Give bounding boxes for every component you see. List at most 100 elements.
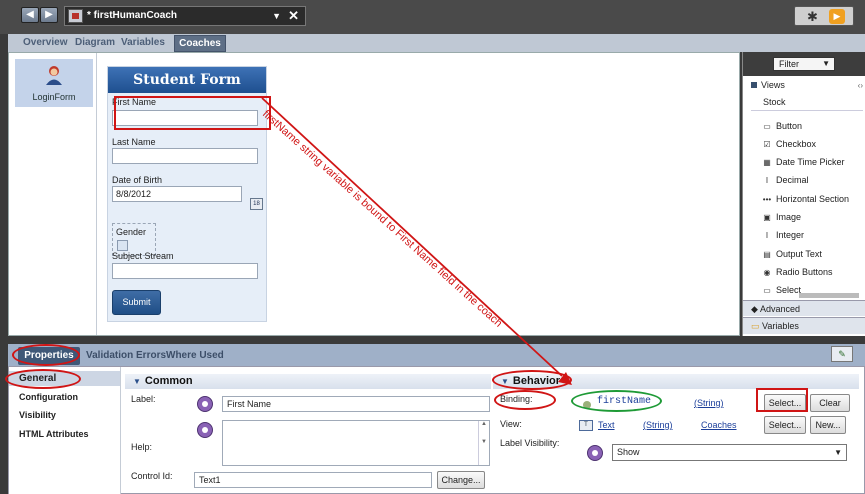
dob-label: Date of Birth	[112, 175, 163, 185]
palette-item-label: Select	[776, 285, 802, 295]
label-input[interactable]: First Name	[222, 396, 490, 412]
label-visibility-select[interactable]: Show ▼	[612, 444, 847, 461]
general-highlight	[5, 369, 81, 389]
coach-editor-canvas: LoginForm Student Form First Name Last N…	[8, 52, 740, 336]
document-icon: ▤	[763, 250, 771, 260]
help-toggle-icon[interactable]	[197, 422, 213, 438]
calendar-icon[interactable]: 18	[250, 198, 263, 210]
palette-item-label: Horizontal Section	[776, 194, 850, 204]
back-button[interactable]: ◀	[21, 7, 39, 23]
editor-title-box: * firstHumanCoach ▼ ✕	[64, 6, 306, 26]
divider	[751, 110, 863, 111]
tab-diagram[interactable]: Diagram	[75, 37, 115, 48]
palette-scrollbar[interactable]	[799, 293, 859, 298]
editor-tabs: Overview Diagram Variables Coaches	[8, 34, 865, 52]
palette-item-decimal[interactable]: I Decimal	[761, 173, 809, 188]
view-type-link[interactable]: (String)	[643, 420, 673, 430]
last-name-label: Last Name	[112, 137, 156, 147]
radio-icon: ◉	[763, 268, 771, 278]
palette-item-output-text[interactable]: ▤ Output Text	[761, 247, 822, 262]
first-name-highlight-box	[114, 96, 271, 130]
view-source-link[interactable]: Coaches	[701, 420, 737, 430]
dob-input[interactable]: 8/8/2012	[112, 186, 242, 202]
nav-configuration[interactable]: Configuration	[19, 392, 78, 402]
binding-type-link[interactable]: (String)	[694, 398, 724, 408]
folder-icon: ▭	[751, 321, 760, 331]
label-visibility-label: Label Visibility:	[500, 438, 560, 448]
view-select-button[interactable]: Select...	[764, 416, 806, 434]
view-text-link[interactable]: Text	[598, 420, 615, 430]
change-button[interactable]: Change...	[437, 471, 485, 489]
palette-item-select[interactable]: ▭ Select	[761, 283, 801, 298]
help-scrollbar[interactable]: ▲ ▼	[478, 421, 489, 465]
palette-item-button[interactable]: ▭ Button	[761, 119, 802, 134]
gender-label: Gender	[116, 227, 147, 237]
palette-item-label: Date Time Picker	[776, 157, 845, 167]
binding-value-highlight	[571, 390, 662, 412]
subject-stream-label: Subject Stream	[112, 251, 174, 261]
coach-app-icon	[68, 9, 83, 23]
edit-icon[interactable]: ✎	[831, 346, 853, 362]
palette-item-horizontal-section[interactable]: ••• Horizontal Section	[761, 192, 849, 207]
palette-item-integer[interactable]: I Integer	[761, 228, 804, 243]
binding-toggle-icon[interactable]	[197, 396, 213, 412]
variables-label: Variables	[762, 321, 799, 331]
debug-icon[interactable]: ✱	[807, 9, 818, 25]
control-id-input[interactable]: Text1	[194, 472, 432, 488]
variables-section[interactable]: ▭ Variables	[743, 317, 865, 334]
tab-coaches[interactable]: Coaches	[174, 35, 226, 52]
palette-item-radio-buttons[interactable]: ◉ Radio Buttons	[761, 265, 833, 280]
views-header[interactable]: Views ‹›	[743, 78, 865, 93]
advanced-section[interactable]: ◆ Advanced	[743, 300, 865, 316]
palette-item-image[interactable]: ▣ Image	[761, 210, 801, 225]
checkbox-icon: ☑	[763, 140, 771, 150]
behavior-highlight	[492, 370, 572, 390]
binding-clear-button[interactable]: Clear	[810, 394, 850, 412]
last-name-input[interactable]	[112, 148, 258, 164]
tab-validation-errors[interactable]: Validation Errors	[86, 350, 166, 361]
coach-item-loginform[interactable]: LoginForm	[15, 59, 93, 107]
palette-item-label: Image	[776, 212, 802, 222]
close-icon[interactable]: ✕	[288, 7, 299, 25]
form-title: Student Form	[108, 67, 266, 93]
top-toolbar: ◀ ▶ * firstHumanCoach ▼ ✕ ✱ ▶	[0, 0, 865, 34]
chevron-down-icon: ▼	[822, 59, 830, 68]
palette-item-label: Radio Buttons	[776, 267, 833, 277]
text-view-icon: T	[579, 420, 593, 431]
palette-item-label: Output Text	[776, 249, 822, 259]
coach-list-pane: LoginForm	[9, 53, 97, 335]
palette-item-label: Button	[776, 121, 803, 131]
submit-button[interactable]: Submit	[112, 290, 161, 315]
label-field-label: Label:	[131, 394, 156, 404]
filter-label: Filter	[779, 59, 799, 69]
title-dropdown-icon[interactable]: ▼	[272, 7, 281, 25]
nav-visibility[interactable]: Visibility	[19, 410, 56, 420]
collapse-icon[interactable]: ‹›	[858, 78, 863, 93]
help-textarea[interactable]: ▲ ▼	[222, 420, 490, 466]
run-icon[interactable]: ▶	[829, 9, 845, 24]
views-icon	[751, 82, 757, 88]
view-new-button[interactable]: New...	[810, 416, 846, 434]
visibility-toggle-icon[interactable]	[587, 445, 603, 461]
forward-button[interactable]: ▶	[40, 7, 58, 23]
horizontal-section-icon: •••	[762, 195, 772, 205]
palette-toolbar: Filter ▼	[743, 52, 865, 76]
common-section-header[interactable]: ▼ Common	[125, 374, 491, 389]
run-debug-buttons: ✱ ▶	[794, 6, 854, 26]
filter-dropdown[interactable]: Filter ▼	[773, 57, 835, 71]
bottom-tab-bar: Properties Validation Errors Where Used …	[8, 344, 865, 366]
palette-item-label: Integer	[776, 230, 805, 240]
tab-variables[interactable]: Variables	[121, 37, 165, 48]
palette-item-label: Decimal	[776, 175, 809, 185]
views-label: Views	[761, 80, 785, 90]
palette-item-date-time-picker[interactable]: ▦ Date Time Picker	[761, 155, 845, 170]
gender-checkbox[interactable]	[117, 240, 128, 251]
tab-where-used[interactable]: Where Used	[166, 350, 224, 361]
stock-label: Stock	[763, 97, 786, 107]
palette-item-checkbox[interactable]: ☑ Checkbox	[761, 137, 816, 152]
common-header: Common	[144, 375, 193, 387]
properties-tab-highlight	[12, 344, 80, 366]
nav-html-attributes[interactable]: HTML Attributes	[19, 429, 89, 439]
tab-overview[interactable]: Overview	[23, 37, 67, 48]
subject-stream-input[interactable]	[112, 263, 258, 279]
